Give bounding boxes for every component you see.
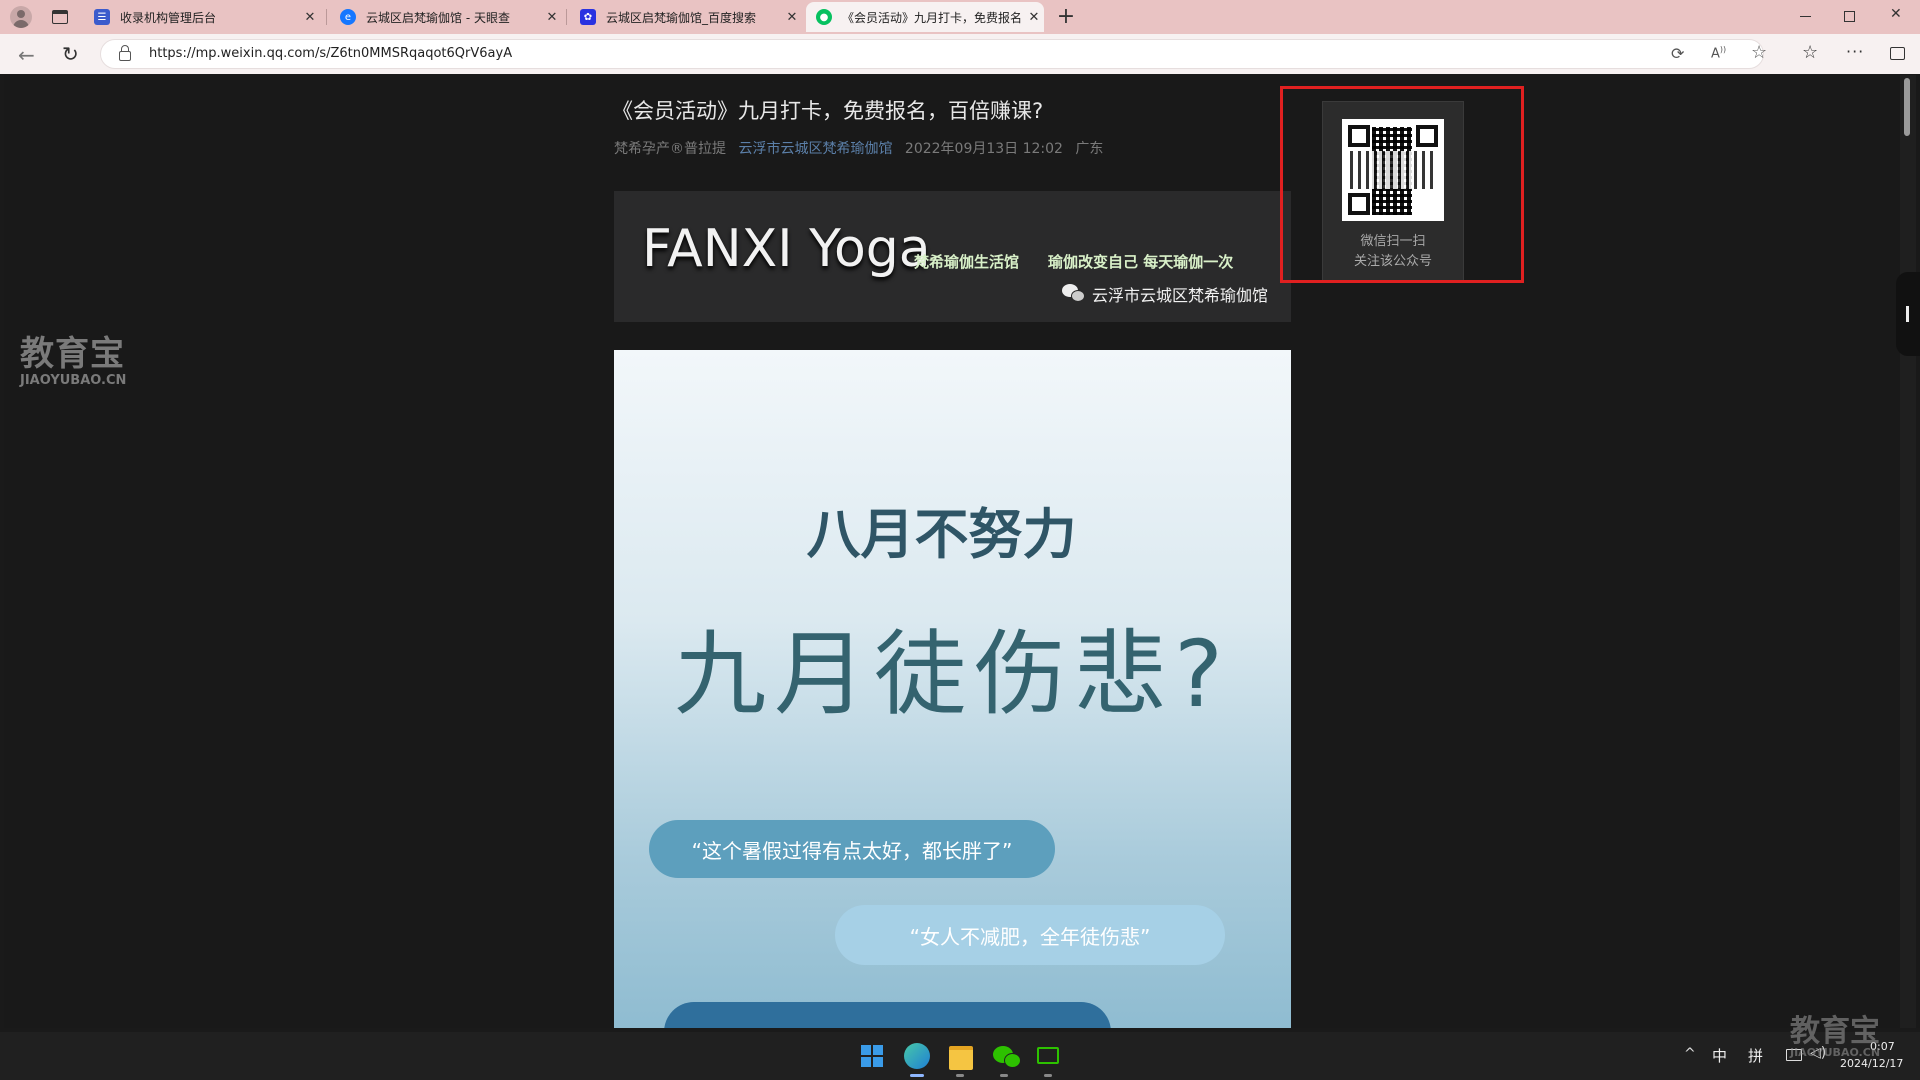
windows-start-icon[interactable] bbox=[861, 1045, 883, 1067]
active-app-indicator bbox=[910, 1074, 924, 1077]
tab-title: 《会员活动》九月打卡，免费报名 bbox=[842, 10, 1023, 25]
poster-headline-2: 九月徒伤悲? bbox=[674, 621, 1231, 728]
ime-mode-indicator[interactable]: 中 bbox=[1712, 1045, 1727, 1066]
watermark-en: JIAOYUBAO.CN bbox=[20, 373, 127, 388]
tianyancha-favicon-icon: e bbox=[340, 9, 356, 25]
new-tab-button[interactable]: + bbox=[1054, 3, 1078, 31]
lock-icon[interactable] bbox=[119, 51, 131, 61]
article-title: 《会员活动》九月打卡，免费报名，百倍赚课? bbox=[612, 99, 1044, 123]
tab-title: 收录机构管理后台 bbox=[120, 10, 217, 25]
back-icon[interactable]: ← bbox=[18, 43, 35, 67]
remote-desktop-icon[interactable] bbox=[1037, 1047, 1059, 1064]
baidu-paw-favicon-icon: ✿ bbox=[580, 9, 596, 25]
side-panel-handle[interactable] bbox=[1896, 272, 1920, 356]
tab-title: 云城区启梵瑜伽馆 - 天眼查 bbox=[366, 10, 510, 25]
close-tab-icon[interactable]: ✕ bbox=[542, 10, 562, 25]
tab-actions-icon[interactable] bbox=[52, 10, 68, 24]
author-name: 梵希孕产®普拉提 bbox=[614, 141, 726, 157]
restore-icon[interactable] bbox=[1844, 11, 1855, 22]
watermark-cn-corner: 教育宝 bbox=[1790, 1014, 1880, 1049]
publish-date: 2022年09月13日 12:02 bbox=[904, 141, 1063, 157]
watermark-logo-corner: 教育宝 JIAOYUBAO.CN bbox=[1790, 1006, 1880, 1059]
tab-baidu[interactable]: ✿ 云城区启梵瑜伽馆_百度搜索 ✕ bbox=[570, 2, 802, 32]
wechat-indicator bbox=[1000, 1074, 1008, 1077]
tab-wechat-article[interactable]: ● 《会员活动》九月打卡，免费报名 ✕ bbox=[806, 2, 1044, 32]
wechat-app-icon-small bbox=[1004, 1053, 1021, 1068]
close-tab-icon[interactable]: ✕ bbox=[300, 10, 320, 25]
wechat-favicon-icon: ● bbox=[816, 9, 832, 25]
tab-admin[interactable]: ☰ 收录机构管理后台 ✕ bbox=[84, 2, 320, 32]
banner-wechat-name: 云浮市云城区梵希瑜伽馆 bbox=[1092, 286, 1269, 305]
close-tab-icon[interactable]: ✕ bbox=[1024, 10, 1044, 25]
url-text[interactable]: https://mp.weixin.qq.com/s/Z6tn0MMSRqaqo… bbox=[149, 46, 512, 61]
tab-tianyancha[interactable]: e 云城区启梵瑜伽馆 - 天眼查 ✕ bbox=[330, 2, 562, 32]
remote-desktop-indicator bbox=[1044, 1074, 1052, 1077]
file-explorer-indicator bbox=[956, 1074, 964, 1077]
article-poster-image: 八月不努力 九月徒伤悲? “这个暑假过得有点太好，都长胖了” “女人不减肥，全年… bbox=[614, 350, 1291, 1028]
favorites-icon[interactable]: ☆ bbox=[1802, 42, 1818, 63]
banner-brand: FANXI Yoga bbox=[642, 219, 931, 279]
wechat-icon-small bbox=[1071, 290, 1085, 302]
publish-location: 广东 bbox=[1075, 141, 1104, 157]
scrollbar-thumb[interactable] bbox=[1904, 78, 1910, 136]
ime-pinyin-indicator[interactable]: 拼 bbox=[1748, 1045, 1763, 1066]
translate-icon[interactable]: ⟳ bbox=[1671, 44, 1684, 63]
poster-bubble-1: “这个暑假过得有点太好，都长胖了” bbox=[649, 820, 1055, 878]
address-bar[interactable]: https://mp.weixin.qq.com/s/Z6tn0MMSRqaqo… bbox=[100, 39, 1767, 69]
lock-shackle-icon bbox=[121, 45, 129, 52]
more-options-icon[interactable]: ··· bbox=[1846, 42, 1864, 61]
article-banner: FANXI Yoga 梵希瑜伽生活馆 瑜伽改变自己 每天瑜伽一次 云浮市云城区梵… bbox=[614, 191, 1291, 322]
sidebar-toggle-icon[interactable] bbox=[1890, 47, 1905, 60]
profile-icon[interactable] bbox=[10, 6, 32, 28]
grid-favicon-icon: ☰ bbox=[94, 9, 110, 25]
close-window-icon[interactable]: ✕ bbox=[1890, 6, 1902, 22]
watermark-logo: 教育宝 JIAOYUBAO.CN bbox=[20, 326, 126, 388]
scrollbar-track[interactable] bbox=[1900, 75, 1916, 1028]
edge-browser-icon[interactable] bbox=[904, 1043, 930, 1069]
file-explorer-icon[interactable] bbox=[949, 1046, 973, 1070]
tab-title: 云城区启梵瑜伽馆_百度搜索 bbox=[606, 10, 757, 25]
close-tab-icon[interactable]: ✕ bbox=[782, 10, 802, 25]
account-link[interactable]: 云浮市云城区梵希瑜伽馆 bbox=[738, 141, 892, 157]
read-aloud-icon[interactable]: A)) bbox=[1711, 45, 1726, 61]
highlight-box bbox=[1280, 86, 1524, 283]
tab-strip: ☰ 收录机构管理后台 ✕ e 云城区启梵瑜伽馆 - 天眼查 ✕ ✿ 云城区启梵瑜… bbox=[0, 0, 1920, 34]
banner-slogan-1: 梵希瑜伽生活馆 bbox=[914, 253, 1020, 271]
watermark-cn: 教育宝 bbox=[20, 334, 125, 374]
poster-bubble-3 bbox=[664, 1002, 1111, 1028]
refresh-icon[interactable]: ↻ bbox=[62, 42, 79, 66]
banner-slogan-2: 瑜伽改变自己 每天瑜伽一次 bbox=[1048, 253, 1234, 271]
watermark-en-corner: JIAOYUBAO.CN bbox=[1790, 1046, 1881, 1059]
poster-headline-1: 八月不努力 bbox=[806, 503, 1077, 566]
favorite-star-icon[interactable]: ☆ bbox=[1751, 42, 1767, 63]
poster-bubble-2: “女人不减肥，全年徒伤悲” bbox=[835, 905, 1225, 965]
article-meta: 梵希孕产®普拉提 云浮市云城区梵希瑜伽馆 2022年09月13日 12:02 广… bbox=[614, 138, 1103, 158]
tray-chevron-icon[interactable]: ^ bbox=[1684, 1046, 1696, 1062]
minimize-icon[interactable] bbox=[1800, 16, 1811, 17]
